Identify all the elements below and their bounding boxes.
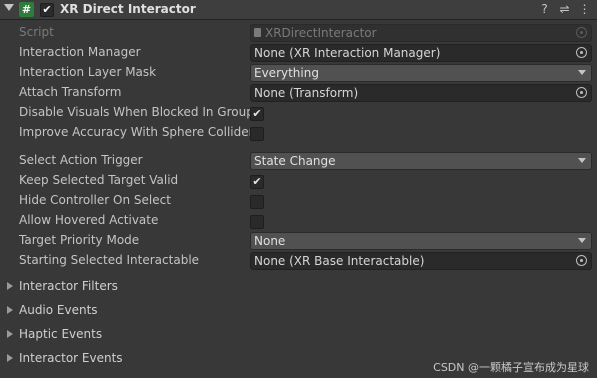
object-picker-icon[interactable]	[576, 87, 587, 98]
expand-arrow-icon	[7, 306, 13, 314]
script-file-icon	[254, 28, 261, 37]
starting-selected-interactable-value: None (XR Base Interactable)	[254, 254, 425, 268]
allow-hovered-activate-label: Allow Hovered Activate	[19, 213, 159, 227]
attach-transform-field[interactable]: None (Transform)	[250, 84, 592, 102]
allow-hovered-activate-checkbox[interactable]	[250, 215, 264, 229]
dropdown-arrow-icon	[578, 158, 586, 163]
row-interaction-manager: Interaction Manager None (XR Interaction…	[0, 43, 597, 63]
row-starting-selected-interactable: Starting Selected Interactable None (XR …	[0, 251, 597, 271]
row-interaction-layer-mask: Interaction Layer Mask Everything	[0, 63, 597, 83]
row-keep-selected-target-valid: Keep Selected Target Valid ✔	[0, 171, 597, 191]
starting-selected-interactable-label: Starting Selected Interactable	[19, 253, 200, 267]
interaction-manager-field[interactable]: None (XR Interaction Manager)	[250, 44, 592, 62]
foldout-label: Audio Events	[19, 303, 98, 317]
foldout-label: Interactor Events	[19, 351, 123, 365]
foldout-haptic-events[interactable]: Haptic Events	[0, 325, 597, 345]
interaction-manager-value: None (XR Interaction Manager)	[254, 46, 441, 60]
row-script: Script XRDirectInteractor	[0, 23, 597, 43]
dropdown-arrow-icon	[578, 70, 586, 75]
watermark-text: CSDN @一颗橘子宣布成为星球	[433, 361, 589, 374]
row-allow-hovered-activate: Allow Hovered Activate	[0, 211, 597, 231]
row-target-priority-mode: Target Priority Mode None	[0, 231, 597, 251]
interaction-layer-mask-value: Everything	[254, 66, 319, 80]
improve-accuracy-label: Improve Accuracy With Sphere Collider	[19, 125, 254, 139]
keep-selected-target-valid-checkbox[interactable]: ✔	[250, 175, 264, 189]
select-action-trigger-dropdown[interactable]: State Change	[250, 152, 592, 170]
select-action-trigger-label: Select Action Trigger	[19, 153, 143, 167]
attach-transform-value: None (Transform)	[254, 86, 359, 100]
disable-visuals-label: Disable Visuals When Blocked In Group	[19, 105, 254, 119]
component-header: # ✔ XR Direct Interactor ? ⇌ ⋮	[0, 0, 597, 20]
disable-visuals-checkbox[interactable]: ✔	[250, 107, 264, 121]
target-priority-mode-dropdown[interactable]: None	[250, 232, 592, 250]
expand-arrow-icon	[7, 330, 13, 338]
hide-controller-on-select-checkbox[interactable]	[250, 195, 264, 209]
script-label: Script	[19, 25, 54, 39]
object-picker-icon[interactable]	[576, 255, 587, 266]
hide-controller-on-select-label: Hide Controller On Select	[19, 193, 171, 207]
attach-transform-label: Attach Transform	[19, 85, 122, 99]
interaction-layer-mask-label: Interaction Layer Mask	[19, 65, 157, 79]
script-field: XRDirectInteractor	[250, 24, 592, 42]
foldout-interactor-filters[interactable]: Interactor Filters	[0, 277, 597, 297]
row-disable-visuals: Disable Visuals When Blocked In Group ✔	[0, 103, 597, 123]
expand-arrow-icon	[7, 354, 13, 362]
foldout-audio-events[interactable]: Audio Events	[0, 301, 597, 321]
component-enabled-checkbox[interactable]: ✔	[40, 3, 54, 17]
foldout-label: Interactor Filters	[19, 279, 118, 293]
script-value: XRDirectInteractor	[265, 26, 377, 40]
object-picker-icon	[576, 27, 587, 38]
presets-icon[interactable]: ⇌	[557, 2, 572, 17]
row-attach-transform: Attach Transform None (Transform)	[0, 83, 597, 103]
help-icon[interactable]: ?	[537, 2, 552, 17]
more-options-icon[interactable]: ⋮	[577, 2, 592, 17]
row-select-action-trigger: Select Action Trigger State Change	[0, 151, 597, 171]
dropdown-arrow-icon	[578, 238, 586, 243]
collapse-icon[interactable]	[4, 4, 14, 11]
interaction-manager-label: Interaction Manager	[19, 45, 141, 59]
interaction-layer-mask-dropdown[interactable]: Everything	[250, 64, 592, 82]
script-icon: #	[19, 2, 34, 17]
select-action-trigger-value: State Change	[254, 154, 336, 168]
starting-selected-interactable-field[interactable]: None (XR Base Interactable)	[250, 252, 592, 270]
row-hide-controller-on-select: Hide Controller On Select	[0, 191, 597, 211]
component-title: XR Direct Interactor	[60, 2, 196, 16]
object-picker-icon[interactable]	[576, 47, 587, 58]
target-priority-mode-value: None	[254, 234, 286, 248]
foldout-label: Haptic Events	[19, 327, 103, 341]
improve-accuracy-checkbox[interactable]	[250, 127, 264, 141]
keep-selected-target-valid-label: Keep Selected Target Valid	[19, 173, 179, 187]
row-improve-accuracy: Improve Accuracy With Sphere Collider	[0, 123, 597, 143]
expand-arrow-icon	[7, 282, 13, 290]
target-priority-mode-label: Target Priority Mode	[19, 233, 140, 247]
